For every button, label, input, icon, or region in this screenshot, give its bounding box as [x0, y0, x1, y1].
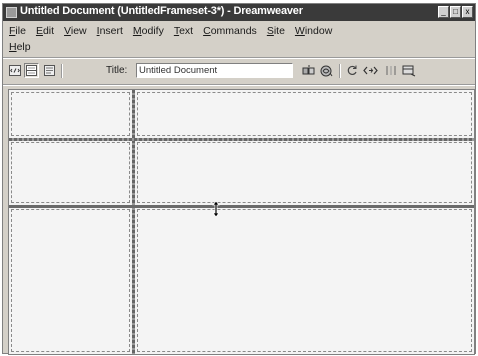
menu-file[interactable]: File	[3, 23, 31, 39]
menu-mnemonic: S	[266, 25, 274, 37]
menu-commands[interactable]: Commands	[198, 23, 262, 39]
frame-top-left[interactable]	[11, 92, 130, 136]
menu-label-rest: ite	[273, 25, 285, 37]
menu-view[interactable]: View	[59, 23, 92, 39]
menu-window[interactable]: Window	[290, 23, 337, 39]
toolbar-divider	[339, 64, 341, 78]
menu-mnemonic: M	[132, 25, 142, 37]
frame-middle-right[interactable]	[137, 142, 472, 203]
layout-icon[interactable]	[401, 63, 416, 78]
menu-mnemonic: V	[64, 25, 71, 37]
minimize-button[interactable]: _	[438, 6, 449, 18]
document-title-input[interactable]	[136, 63, 293, 78]
frame-border-horizontal[interactable]	[9, 205, 474, 208]
dreamweaver-window: Untitled Document (UntitledFrameset-3*) …	[2, 3, 476, 355]
toolbar-separator	[3, 57, 475, 59]
menu-label-rest: dit	[42, 25, 55, 37]
view-options-icon[interactable]	[383, 63, 398, 78]
close-button[interactable]: x	[462, 6, 473, 18]
menu-mnemonic: E	[35, 25, 43, 37]
window-controls: _ □ x	[438, 6, 473, 19]
resize-vertical-cursor-icon	[211, 200, 221, 218]
toolbar-divider	[61, 64, 63, 78]
menu-label-rest: ile	[15, 25, 26, 37]
refresh-icon[interactable]	[345, 63, 360, 78]
frame-bottom-right[interactable]	[137, 209, 472, 352]
menu-row: Help	[3, 39, 36, 55]
document-toolbar: Title:	[3, 60, 475, 82]
frame-border-vertical[interactable]	[132, 90, 135, 354]
menu-text[interactable]: Text	[169, 23, 198, 39]
document-separator	[3, 84, 475, 86]
menu-mnemonic: H	[9, 41, 17, 53]
menu-label-rest: elp	[16, 41, 31, 53]
menu-insert[interactable]: Insert	[92, 23, 128, 39]
window-title: Untitled Document (UntitledFrameset-3*) …	[20, 5, 303, 17]
menu-label-rest: ext	[179, 25, 194, 37]
menu-label-rest: iew	[70, 25, 87, 37]
frame-border-horizontal[interactable]	[9, 138, 474, 141]
app-icon[interactable]	[6, 7, 17, 18]
menu-site[interactable]: Site	[262, 23, 290, 39]
design-view-icon[interactable]	[42, 63, 57, 78]
frame-bottom-left[interactable]	[11, 209, 130, 352]
menu-label-rest: ommands	[210, 25, 257, 37]
menu-modify[interactable]: Modify	[128, 23, 169, 39]
maximize-button[interactable]: □	[450, 6, 461, 18]
menu-bar: File Edit View Insert Modify Text Comman…	[3, 22, 475, 56]
document-area[interactable]	[8, 89, 475, 355]
title-label: Title:	[106, 65, 128, 76]
menu-label-rest: indow	[304, 25, 333, 37]
menu-edit[interactable]: Edit	[31, 23, 59, 39]
file-management-icon[interactable]	[301, 63, 316, 78]
frame-top-right[interactable]	[137, 92, 472, 136]
menu-label-rest: odify	[141, 25, 164, 37]
menu-help[interactable]: Help	[3, 39, 36, 55]
menu-mnemonic: C	[203, 25, 211, 37]
code-view-icon[interactable]	[7, 63, 22, 78]
preview-browser-icon[interactable]	[319, 63, 334, 78]
menu-label-rest: nsert	[99, 25, 123, 37]
code-navigation-icon[interactable]	[363, 63, 378, 78]
frame-middle-left[interactable]	[11, 142, 130, 203]
split-view-icon[interactable]	[24, 63, 39, 78]
menu-mnemonic: W	[294, 25, 305, 37]
title-bar[interactable]: Untitled Document (UntitledFrameset-3*) …	[3, 4, 475, 21]
menu-row: File Edit View Insert Modify Text Comman…	[3, 23, 337, 39]
